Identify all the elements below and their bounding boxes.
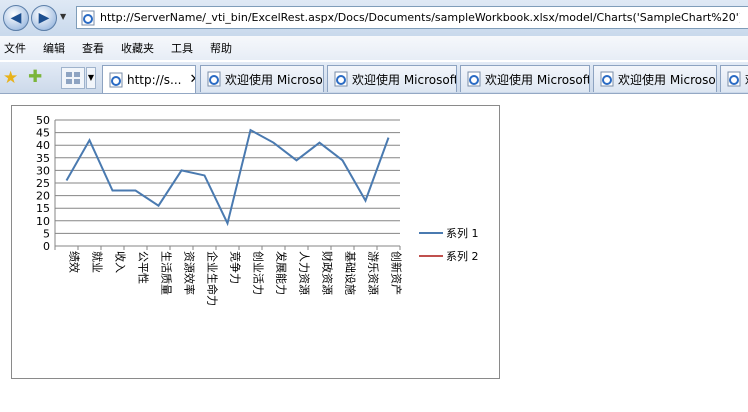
menu-item-5[interactable]: 帮助 [210, 40, 232, 56]
menu-item-1[interactable]: 编辑 [43, 40, 65, 56]
forward-arrow-icon: ▶ [38, 10, 50, 26]
quick-tabs-button[interactable] [61, 67, 85, 89]
x-tick-label: 竞争力 [229, 251, 243, 284]
tab-label: 欢迎使用 Microsoft [225, 72, 324, 87]
legend-label-2: 系列 2 [446, 249, 479, 263]
x-tick-label: 创业活力 [252, 251, 265, 295]
close-icon[interactable]: ✕ [189, 72, 195, 87]
menu-item-3[interactable]: 收藏夹 [121, 40, 154, 56]
x-tick-label: 企业生命力 [206, 251, 220, 306]
ie-page-icon [109, 72, 123, 87]
chevron-down-icon: ▼ [60, 12, 67, 21]
browser-tab-5[interactable]: 欢迎使用 Microsoft [720, 65, 748, 92]
address-bar: ◀ ▶ ▼ [0, 0, 748, 36]
forward-button[interactable]: ▶ [31, 5, 57, 31]
y-tick-label: 20 [36, 190, 50, 203]
ie-page-icon [207, 71, 221, 87]
y-tick-label: 25 [36, 177, 50, 190]
url-input[interactable] [100, 11, 740, 24]
menu-item-2[interactable]: 查看 [82, 40, 104, 56]
ie-page-icon [81, 10, 95, 25]
browser-tab-1[interactable]: 欢迎使用 Microsoft [200, 65, 324, 92]
x-tick-label: 游乐资源 [367, 251, 381, 295]
url-field[interactable] [76, 6, 748, 29]
back-button[interactable]: ◀ [3, 5, 29, 31]
y-tick-label: 50 [36, 114, 50, 127]
browser-tab-2[interactable]: 欢迎使用 Microsoft [327, 65, 457, 92]
line-chart: 05101520253035404550 绩效 就业 收入 公平性 生活质量 资源效率 企业生… [36, 114, 479, 306]
star-icon[interactable]: ★ [3, 68, 18, 88]
tab-label: 欢迎使用 Microsoft [352, 72, 457, 87]
browser-tab-4[interactable]: 欢迎使用 Microsoft [593, 65, 717, 92]
chart-frame: 0 5 10 15 20 25 30 35 40 45 50 绩效 就业 收入 公平性 生活质量 资源效率 企业生… [11, 105, 500, 379]
legend-label-1: 系列 1 [446, 226, 479, 240]
x-tick-label: 人力资源 [298, 251, 312, 295]
series-line-1 [65, 128, 390, 227]
ie-page-icon [727, 71, 741, 87]
tab-list-button[interactable]: ▼ [86, 67, 96, 89]
menu-item-0[interactable]: 文件 [4, 40, 26, 56]
add-star-icon[interactable]: ✚ [28, 67, 42, 87]
tab-bar: ★ ✚ ▼ http://s...✕欢迎使用 Microsoft欢迎使用 Mic… [0, 62, 748, 94]
tab-label: 欢迎使用 Microsoft [618, 72, 717, 87]
ie-page-icon [467, 71, 481, 87]
x-tick-label: 就业 [91, 251, 105, 273]
x-tick-label: 基础设施 [344, 251, 357, 295]
y-tick-label: 40 [36, 139, 50, 152]
x-tick-label: 公平性 [137, 251, 151, 284]
ie-page-icon [334, 71, 348, 87]
x-tick-label: 财政资源 [321, 251, 335, 295]
y-tick-label: 15 [36, 202, 50, 215]
page-content: 0 5 10 15 20 25 30 35 40 45 50 绩效 就业 收入 公平性 生活质量 资源效率 企业生… [0, 95, 748, 412]
y-tick-label: 45 [36, 127, 50, 140]
x-tick-label: 收入 [114, 251, 128, 273]
y-tick-label: 0 [43, 240, 50, 253]
tab-label: 欢迎使用 Microsoft [485, 72, 590, 87]
y-tick-label: 35 [36, 152, 50, 165]
browser-tab-3[interactable]: 欢迎使用 Microsoft [460, 65, 590, 92]
back-arrow-icon: ◀ [10, 10, 22, 26]
ie-page-icon [600, 71, 614, 87]
y-tick-label: 5 [43, 227, 50, 240]
x-tick-label: 资源效率 [183, 251, 197, 295]
tab-label: http://s... [127, 72, 182, 87]
x-tick-label: 绩效 [68, 251, 82, 273]
x-tick-label: 发展能力 [275, 251, 289, 295]
recent-pages-dropdown[interactable]: ▼ [60, 12, 70, 22]
y-tick-label: 30 [36, 164, 50, 177]
x-tick-label: 创新资产 [390, 251, 404, 295]
browser-tab-0[interactable]: http://s... ✕ [102, 65, 196, 93]
menu-bar: 文件 编辑 查看 收藏夹 工具 帮助 [0, 36, 748, 60]
y-tick-label: 10 [36, 215, 50, 228]
menu-item-4[interactable]: 工具 [171, 40, 193, 56]
x-tick-label: 生活质量 [160, 251, 174, 295]
